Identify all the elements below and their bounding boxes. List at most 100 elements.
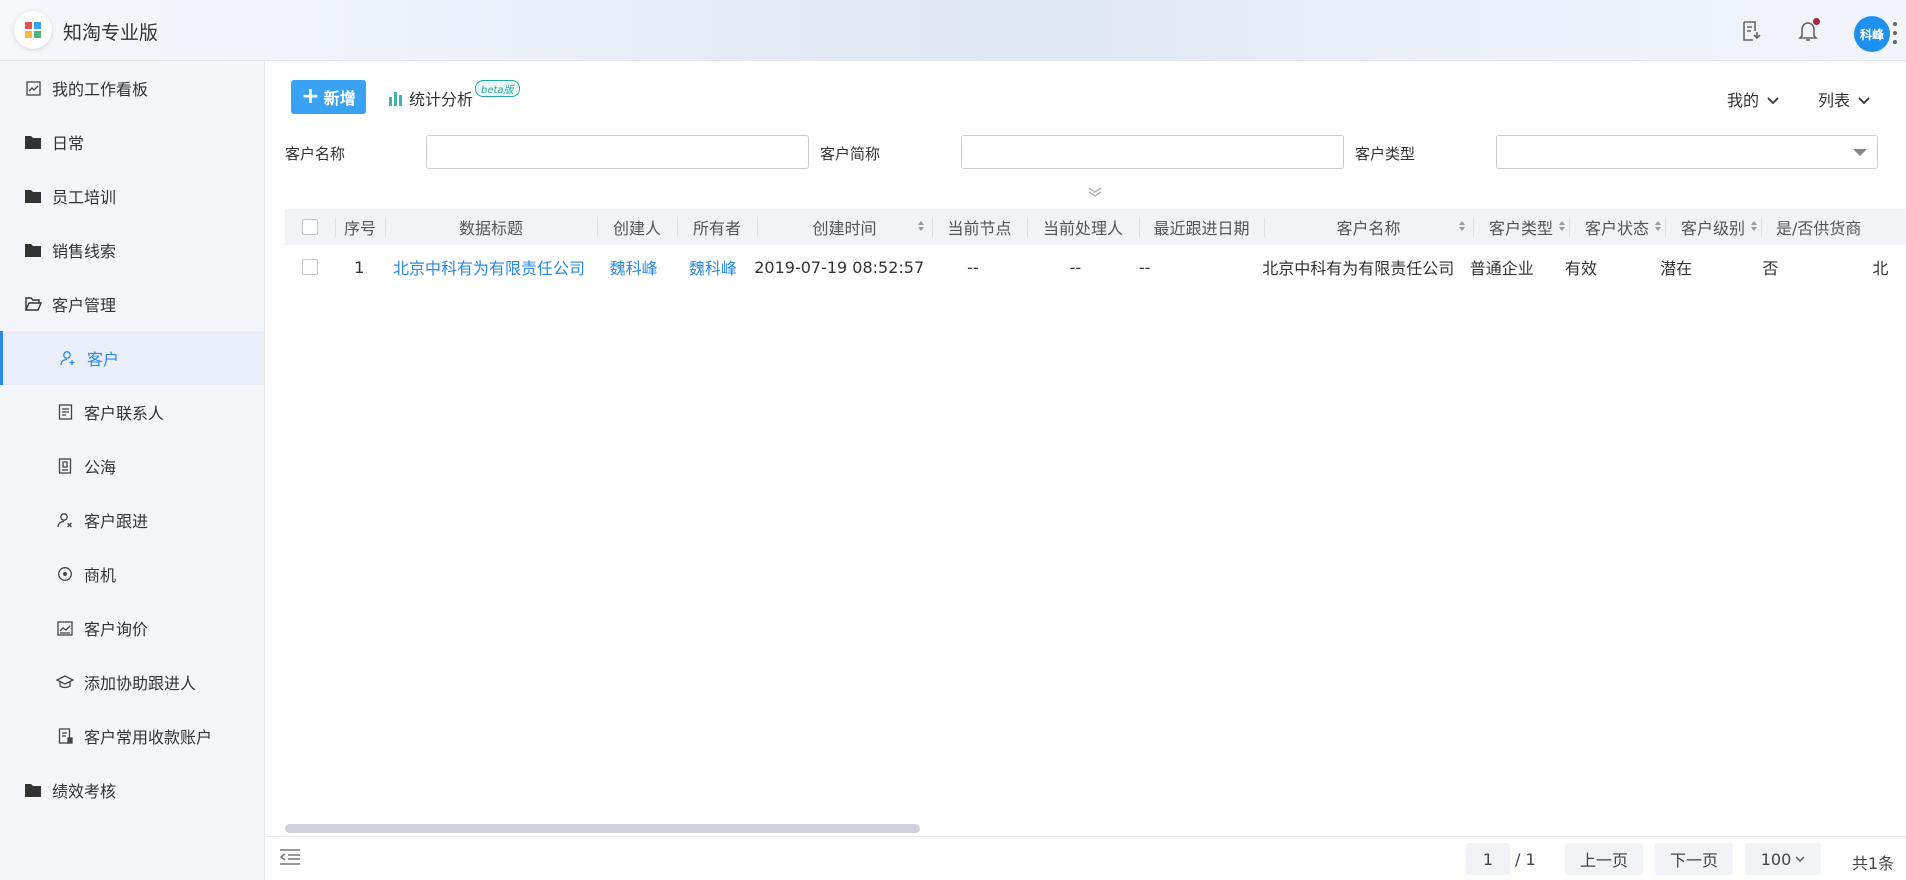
document-icon xyxy=(56,457,74,475)
cell-customer-level: 潜在 xyxy=(1660,259,1693,278)
folder-icon xyxy=(24,241,42,259)
sidebar-item-customer[interactable]: 客户 xyxy=(0,331,264,385)
app-logo-icon xyxy=(25,22,41,38)
next-page-button[interactable]: 下一页 xyxy=(1655,843,1733,875)
app-title: 知淘专业版 xyxy=(63,22,159,44)
cell-handler: -- xyxy=(1069,257,1082,277)
cell-title-link[interactable]: 北京中科有为有限责任公司 xyxy=(384,247,594,287)
avatar[interactable]: 科峰 xyxy=(1854,16,1890,52)
total-pages: / 1 xyxy=(1515,850,1536,869)
new-button[interactable]: + 新增 xyxy=(291,80,366,114)
target-icon xyxy=(56,565,74,583)
sidebar-item-label: 公海 xyxy=(84,458,117,477)
col-creator[interactable]: 创建人 xyxy=(597,209,677,245)
sidebar-item-public-pool[interactable]: 公海 xyxy=(0,439,264,493)
sidebar-item-label: 客户跟进 xyxy=(84,512,149,531)
sidebar-item-label: 客户联系人 xyxy=(84,404,165,423)
folder-icon xyxy=(24,781,42,799)
sidebar-item-label: 添加协助跟进人 xyxy=(84,674,197,693)
dropdown-arrow-icon xyxy=(1853,149,1867,156)
customer-type-select[interactable] xyxy=(1496,135,1878,169)
sidebar-item-add-assistant[interactable]: 添加协助跟进人 xyxy=(0,655,264,709)
sidebar: 我的工作看板 日常 员工培训 销售线索 客户管理 客户 客户联系人 公海 客户跟… xyxy=(0,61,265,880)
top-bar: 知淘专业版 科峰 xyxy=(0,0,1906,61)
sidebar-item-customer-management[interactable]: 客户管理 xyxy=(0,277,264,331)
chevron-down-icon xyxy=(1795,856,1805,863)
export-icon[interactable] xyxy=(1738,18,1764,44)
cell-owner-link[interactable]: 魏科峰 xyxy=(673,247,752,287)
page-size-select[interactable]: 100 xyxy=(1745,843,1821,875)
folder-open-icon xyxy=(24,295,42,313)
sidebar-item-label: 日常 xyxy=(52,134,85,153)
col-owner[interactable]: 所有者 xyxy=(677,209,757,245)
row-select-cell xyxy=(285,247,335,287)
bar-chart-icon xyxy=(389,90,403,106)
page-size-value: 100 xyxy=(1760,849,1792,869)
stats-analysis-link[interactable]: 统计分析 xyxy=(389,86,473,110)
col-created-at-label: 创建时间 xyxy=(812,219,877,238)
customer-name-input[interactable] xyxy=(426,135,809,169)
customer-name-label: 客户名称 xyxy=(285,145,346,163)
col-customer-level[interactable]: 客户级别 xyxy=(1665,209,1761,245)
customer-short-input[interactable] xyxy=(961,135,1344,169)
col-node[interactable]: 当前节点 xyxy=(932,209,1027,245)
sidebar-item-training[interactable]: 员工培训 xyxy=(0,169,264,223)
dashboard-icon xyxy=(24,79,42,97)
col-index[interactable]: 序号 xyxy=(335,209,385,245)
col-handler[interactable]: 当前处理人 xyxy=(1027,209,1139,245)
page-number-input[interactable]: 1 xyxy=(1466,843,1510,875)
scope-dropdown-label: 我的 xyxy=(1727,91,1760,110)
sidebar-item-performance[interactable]: 绩效考核 xyxy=(0,763,264,817)
col-last-follow[interactable]: 最近跟进日期 xyxy=(1139,209,1264,245)
sidebar-item-payment-account[interactable]: 客户常用收款账户 xyxy=(0,709,264,763)
sidebar-item-followup[interactable]: 客户跟进 xyxy=(0,493,264,547)
cell-customer-name: 北京中科有为有限责任公司 xyxy=(1262,259,1455,278)
cell-is-supplier: 否 xyxy=(1762,259,1779,278)
app-logo[interactable] xyxy=(14,11,52,49)
col-customer-name-label: 客户名称 xyxy=(1336,219,1401,238)
row-checkbox[interactable] xyxy=(301,259,318,275)
view-dropdown-label: 列表 xyxy=(1818,91,1851,110)
table-row[interactable]: 1 北京中科有为有限责任公司 魏科峰 魏科峰 2019-07-19 08:52:… xyxy=(285,247,1906,287)
cell-overflow: 北 xyxy=(1872,259,1889,278)
col-customer-status[interactable]: 客户状态 xyxy=(1569,209,1665,245)
view-dropdown[interactable]: 列表 xyxy=(1818,87,1870,111)
contact-card-icon xyxy=(56,403,74,421)
col-created-at[interactable]: 创建时间 xyxy=(757,209,932,245)
col-customer-name[interactable]: 客户名称 xyxy=(1264,209,1473,245)
sidebar-item-label: 客户询价 xyxy=(84,620,149,639)
sidebar-item-inquiry[interactable]: 客户询价 xyxy=(0,601,264,655)
prev-page-button[interactable]: 上一页 xyxy=(1565,843,1643,875)
bell-icon[interactable] xyxy=(1795,18,1821,44)
cell-index: 1 xyxy=(354,257,365,277)
cell-last-follow: -- xyxy=(1138,257,1151,277)
chevron-down-icon xyxy=(1858,90,1870,109)
horizontal-scrollbar-thumb[interactable] xyxy=(285,824,920,833)
cell-customer-type: 普通企业 xyxy=(1469,259,1534,278)
scope-dropdown[interactable]: 我的 xyxy=(1727,87,1779,111)
sidebar-item-label: 客户管理 xyxy=(52,296,117,315)
sidebar-item-label: 我的工作看板 xyxy=(52,80,149,99)
select-all-cell xyxy=(285,209,335,245)
sidebar-item-dashboard[interactable]: 我的工作看板 xyxy=(0,61,264,115)
sidebar-item-contacts[interactable]: 客户联系人 xyxy=(0,385,264,439)
collapse-sidebar-icon[interactable] xyxy=(278,848,302,870)
col-customer-type[interactable]: 客户类型 xyxy=(1473,209,1569,245)
cell-creator-link[interactable]: 魏科峰 xyxy=(594,247,673,287)
graduation-icon xyxy=(56,673,74,691)
sidebar-item-label: 商机 xyxy=(84,566,117,585)
user-follow-icon xyxy=(56,511,74,529)
sidebar-item-opportunity[interactable]: 商机 xyxy=(0,547,264,601)
select-all-checkbox[interactable] xyxy=(302,219,318,235)
col-title[interactable]: 数据标题 xyxy=(385,209,597,245)
expand-filters-icon[interactable] xyxy=(1087,183,1103,202)
col-is-supplier[interactable]: 是/否供货商 xyxy=(1761,209,1881,245)
cell-node: -- xyxy=(967,257,979,277)
sidebar-item-daily[interactable]: 日常 xyxy=(0,115,264,169)
sidebar-item-leads[interactable]: 销售线索 xyxy=(0,223,264,277)
chart-icon xyxy=(56,619,74,637)
more-icon[interactable] xyxy=(1893,22,1899,49)
new-button-label: 新增 xyxy=(323,89,356,108)
total-count: 共1条 xyxy=(1852,854,1895,873)
notification-dot xyxy=(1813,18,1820,25)
